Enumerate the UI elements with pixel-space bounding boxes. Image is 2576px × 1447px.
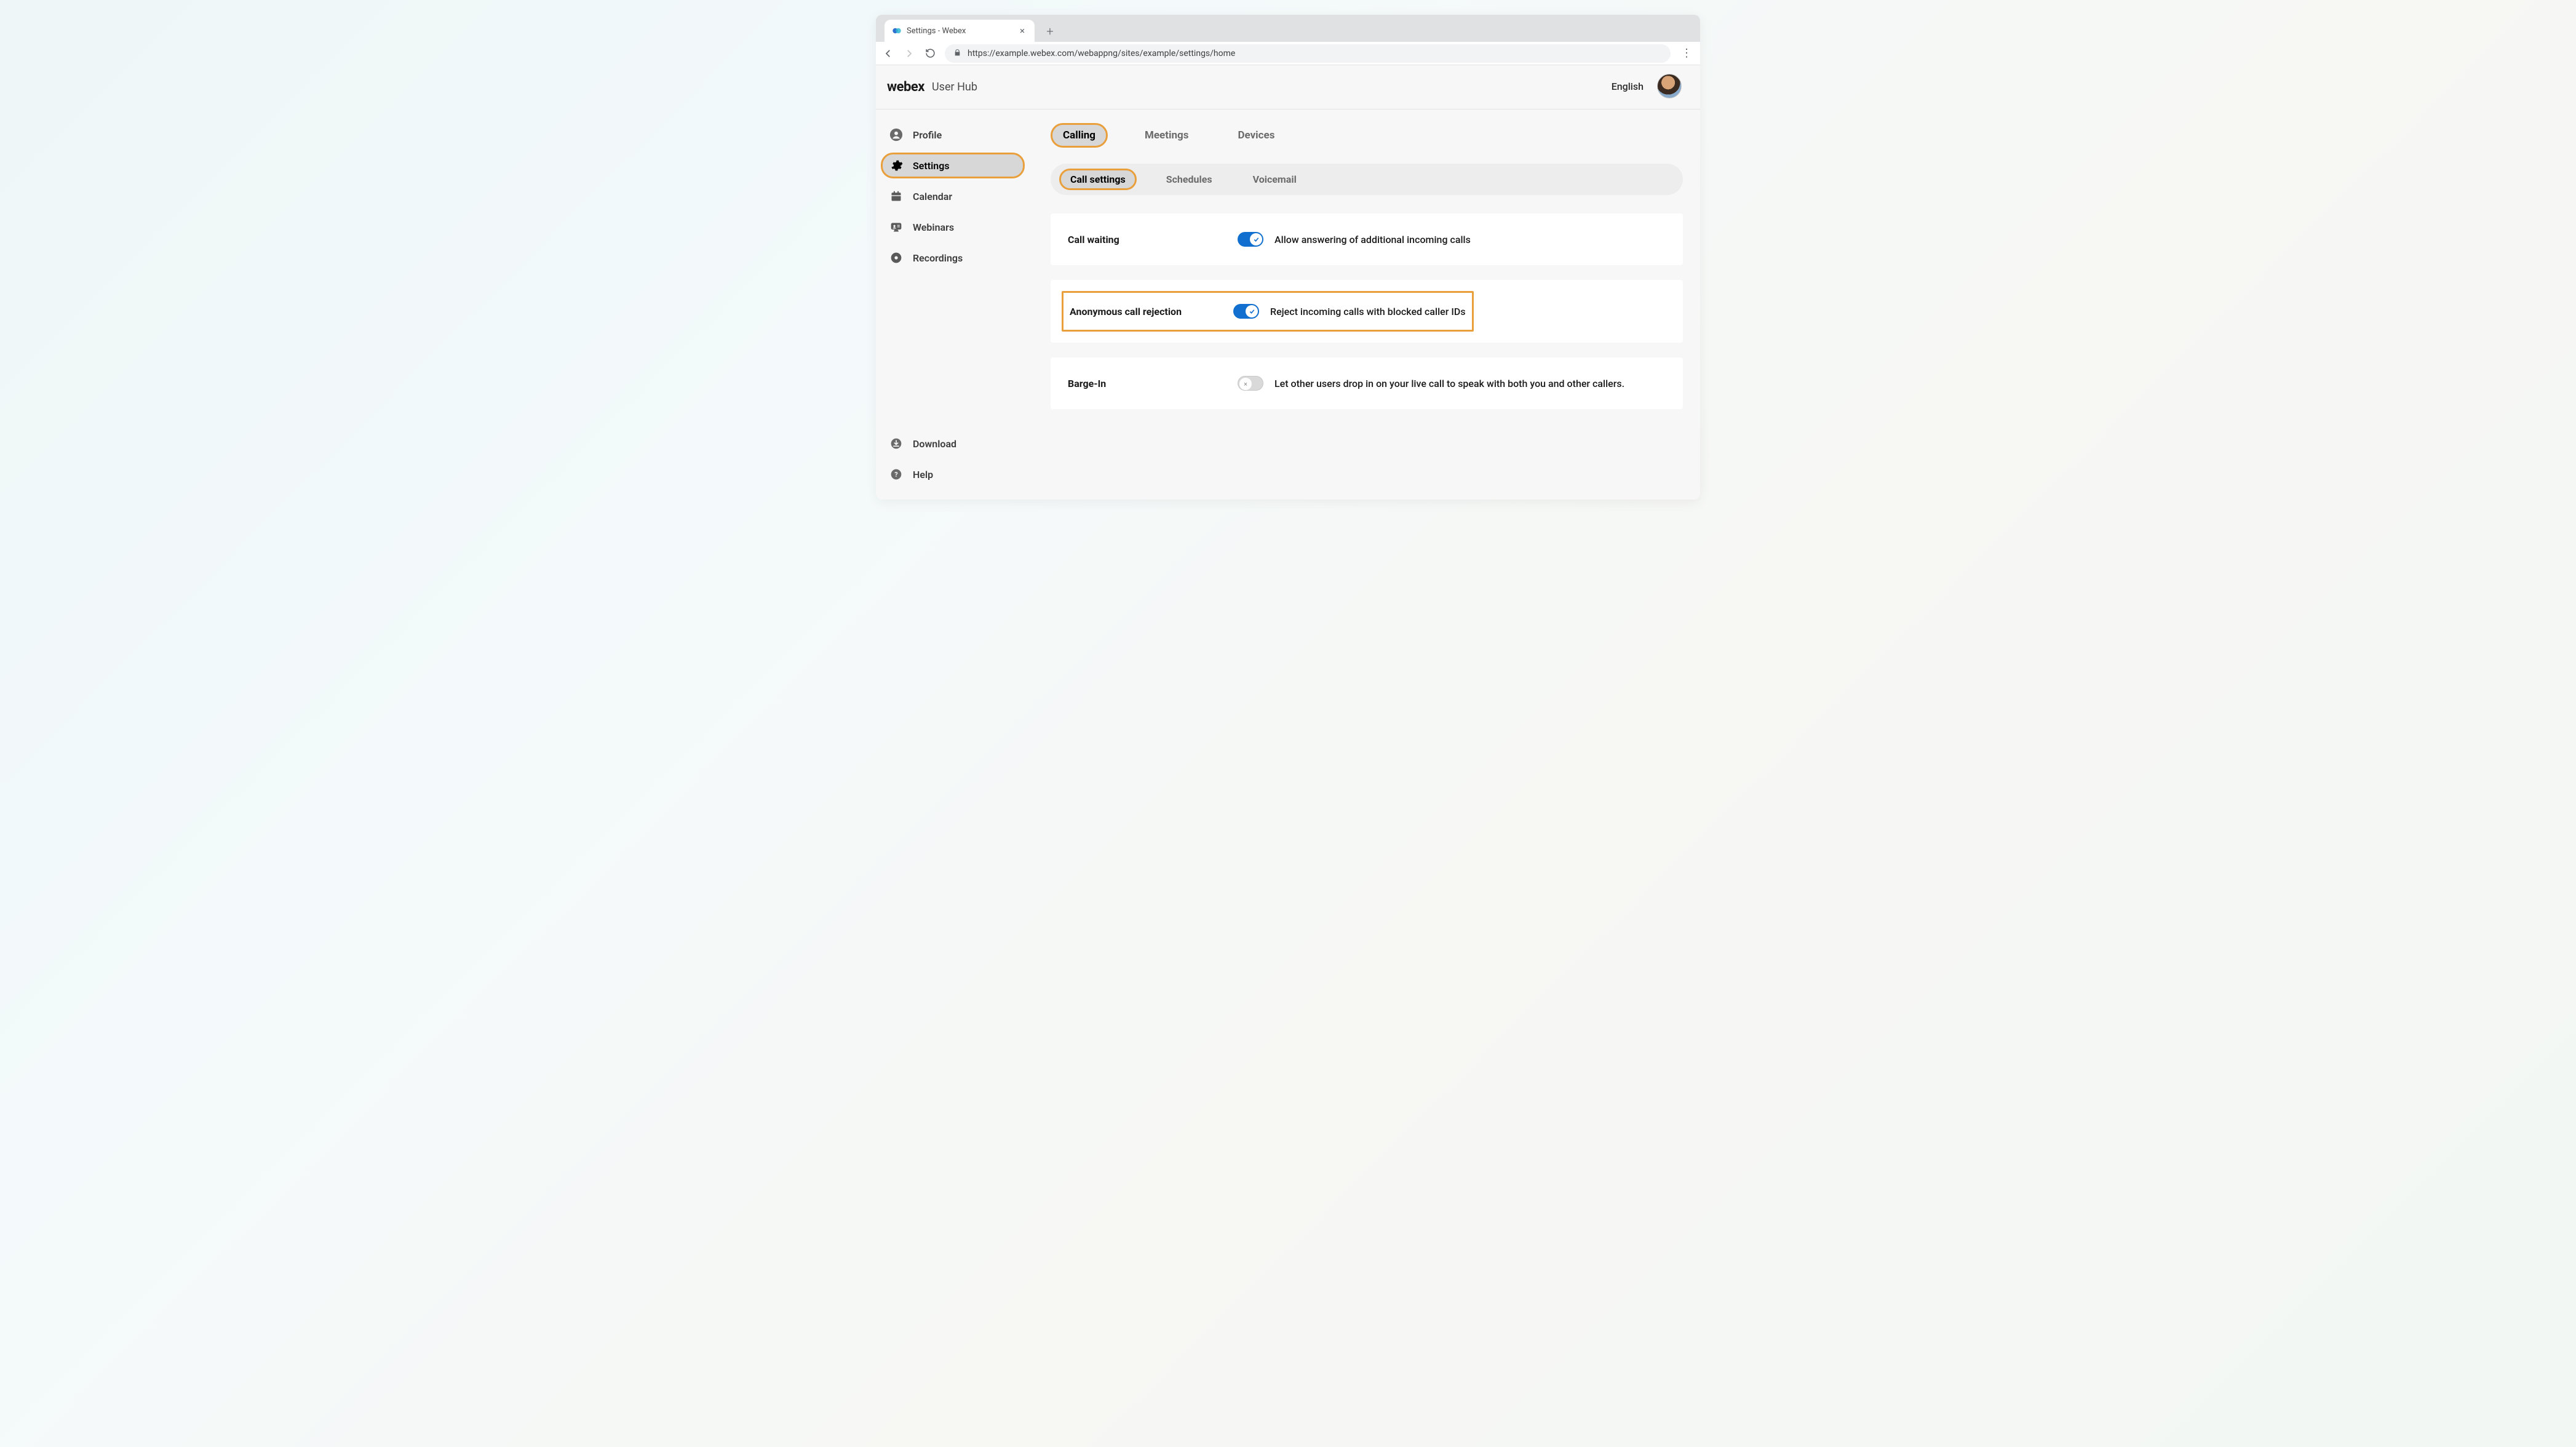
settings-cards: Call waiting Allow answering of addition… [1051, 213, 1683, 409]
browser-window: Settings - Webex × + https://example.web… [876, 15, 1700, 500]
close-tab-icon[interactable]: × [1017, 25, 1027, 36]
tab-strip: Settings - Webex × + [876, 15, 1700, 42]
sidebar-item-label: Calendar [913, 191, 952, 202]
subtab-call-settings[interactable]: Call settings [1059, 169, 1137, 190]
subtab-schedules[interactable]: Schedules [1155, 169, 1223, 190]
tab-meetings[interactable]: Meetings [1132, 123, 1201, 148]
sidebar-item-label: Profile [913, 129, 942, 141]
top-right-controls: English [1612, 74, 1682, 98]
lock-icon [953, 47, 961, 59]
check-icon [1250, 233, 1262, 245]
card-anon-call-rejection: Anonymous call rejection Reject incoming… [1051, 280, 1683, 343]
sidebar: Profile Settings Calendar [876, 110, 1030, 500]
webinar-icon [889, 220, 903, 234]
setting-desc: Let other users drop in on your live cal… [1274, 378, 1624, 389]
forward-button[interactable] [903, 47, 915, 60]
language-selector[interactable]: English [1612, 81, 1644, 92]
setting-desc: Allow answering of additional incoming c… [1274, 234, 1471, 245]
reload-button[interactable] [924, 47, 936, 60]
app-header: webex User Hub [876, 65, 1700, 110]
subtab-voicemail[interactable]: Voicemail [1242, 169, 1308, 190]
card-call-waiting: Call waiting Allow answering of addition… [1051, 213, 1683, 265]
back-button[interactable] [882, 47, 894, 60]
sidebar-item-label: Settings [913, 160, 950, 172]
card-barge-in: Barge-In × Let other users drop in on yo… [1051, 357, 1683, 409]
check-icon [1246, 305, 1258, 317]
brand-logo: webex [887, 79, 924, 95]
svg-text:?: ? [894, 471, 897, 479]
toggle-call-waiting[interactable] [1238, 232, 1263, 247]
webex-favicon [892, 26, 902, 36]
x-icon: × [1239, 378, 1252, 390]
address-bar[interactable]: https://example.webex.com/webappng/sites… [945, 44, 1671, 63]
new-tab-button[interactable]: + [1041, 22, 1059, 41]
record-icon [889, 251, 903, 265]
sidebar-item-download[interactable]: Download [881, 431, 1025, 456]
sidebar-item-label: Recordings [913, 252, 963, 264]
tab-devices[interactable]: Devices [1225, 123, 1287, 148]
sidebar-item-label: Download [913, 438, 956, 450]
sidebar-item-webinars[interactable]: Webinars [881, 214, 1025, 240]
avatar[interactable] [1657, 74, 1682, 98]
sidebar-item-help[interactable]: ? Help [881, 461, 1025, 487]
setting-title: Barge-In [1068, 378, 1238, 389]
browser-menu-icon[interactable]: ⋮ [1679, 47, 1694, 60]
brand-subtitle: User Hub [932, 81, 977, 94]
browser-tab[interactable]: Settings - Webex × [885, 20, 1035, 42]
toggle-anon-reject[interactable] [1233, 304, 1259, 319]
app-body: Profile Settings Calendar [876, 110, 1700, 500]
secondary-tabs: Call settings Schedules Voicemail [1051, 164, 1683, 195]
sidebar-item-settings[interactable]: Settings [881, 153, 1025, 178]
tab-calling[interactable]: Calling [1051, 123, 1108, 148]
download-icon [889, 437, 903, 450]
setting-title: Anonymous call rejection [1070, 306, 1233, 317]
sidebar-item-recordings[interactable]: Recordings [881, 245, 1025, 271]
app-container: webex User Hub Profile [876, 65, 1700, 500]
gear-icon [889, 159, 903, 172]
setting-title: Call waiting [1068, 234, 1238, 245]
highlight-outline: Anonymous call rejection Reject incoming… [1062, 291, 1474, 332]
address-bar-row: https://example.webex.com/webappng/sites… [876, 42, 1700, 65]
toggle-barge-in[interactable]: × [1238, 376, 1263, 391]
main-content: English Calling Meetings Devices Call se… [1030, 110, 1700, 500]
tab-title: Settings - Webex [907, 26, 1012, 36]
sidebar-item-profile[interactable]: Profile [881, 122, 1025, 148]
setting-desc: Reject incoming calls with blocked calle… [1270, 306, 1466, 317]
sidebar-item-label: Help [913, 469, 933, 480]
url-text: https://example.webex.com/webappng/sites… [968, 49, 1235, 58]
calendar-icon [889, 189, 903, 203]
sidebar-item-label: Webinars [913, 221, 954, 233]
help-icon: ? [889, 468, 903, 481]
person-icon [889, 128, 903, 142]
primary-tabs: Calling Meetings Devices [1051, 123, 1683, 148]
sidebar-item-calendar[interactable]: Calendar [881, 183, 1025, 209]
